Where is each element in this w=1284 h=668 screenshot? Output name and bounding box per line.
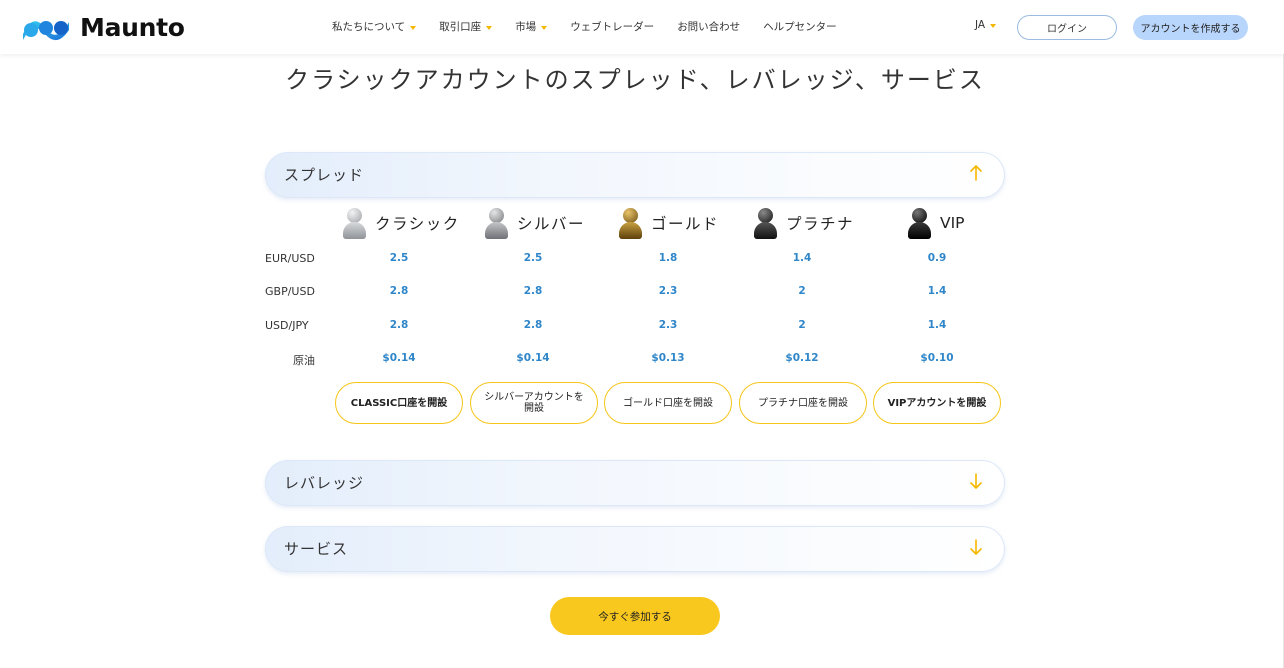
language-label: JA [975, 19, 986, 31]
spread-value: 2.8 [523, 319, 543, 331]
open-vip-account-button[interactable]: VIPアカウントを開設 [873, 382, 1001, 424]
spread-value: 1.4 [927, 285, 947, 297]
spread-value: 2.8 [389, 285, 409, 297]
row-label-gbpusd: GBP/USD [265, 285, 315, 298]
accordion-title: サービス [284, 540, 349, 558]
main-nav: 私たちについて 取引口座 市場 ウェブトレーダー お問い合わせ ヘルプセンター [332, 19, 860, 34]
user-icon [483, 206, 509, 240]
nav-item-accounts[interactable]: 取引口座 [439, 19, 493, 34]
spread-value: $0.14 [382, 352, 416, 364]
row-label-crude-oil: 原油 [293, 354, 315, 367]
tier-name: ゴールド [651, 215, 720, 233]
tier-name: シルバー [517, 215, 586, 233]
spread-value: $0.13 [651, 352, 685, 364]
nav-label: ヘルプセンター [763, 21, 837, 33]
spread-value: $0.14 [516, 352, 550, 364]
row-label-usdjpy: USD/JPY [265, 319, 309, 332]
tier-name: クラシック [375, 215, 460, 233]
tier-header-platinum: プラチナ [752, 206, 854, 240]
brand-name: Maunto [80, 13, 185, 42]
arrow-down-icon [970, 539, 982, 555]
page-title: クラシックアカウントのスプレッド、レバレッジ、サービス [285, 66, 985, 94]
nav-item-webtrader[interactable]: ウェブトレーダー [570, 19, 654, 34]
arrow-down-icon [970, 473, 982, 489]
language-selector[interactable]: JA [975, 19, 997, 31]
nav-item-help-center[interactable]: ヘルプセンター [763, 19, 837, 34]
accordion-spread[interactable]: スプレッド [265, 152, 1005, 198]
user-icon [752, 206, 778, 240]
accordion-title: スプレッド [284, 166, 365, 184]
spread-value: 2 [798, 285, 806, 297]
tier-header-vip: VIP [906, 206, 965, 240]
spread-value: 2 [798, 319, 806, 331]
spread-value: 1.8 [658, 252, 678, 264]
accordion-leverage[interactable]: レバレッジ [265, 460, 1005, 506]
open-classic-account-button[interactable]: CLASSIC口座を開設 [335, 382, 463, 424]
spread-value: 0.9 [927, 252, 947, 264]
tier-name: プラチナ [786, 215, 855, 233]
spread-value: 2.5 [389, 252, 409, 264]
nav-label: お問い合わせ [677, 21, 741, 33]
user-icon [906, 206, 932, 240]
row-label-eurusd: EUR/USD [265, 252, 315, 265]
nav-label: ウェブトレーダー [570, 21, 655, 33]
user-icon [341, 206, 367, 240]
accordion-services[interactable]: サービス [265, 526, 1005, 572]
site-header: Maunto 私たちについて 取引口座 市場 ウェブトレーダー お問い合わせ ヘ… [0, 0, 1284, 54]
user-icon [617, 206, 643, 240]
caret-down-icon [410, 25, 417, 30]
spread-value: 2.3 [658, 285, 678, 297]
spread-value: 1.4 [927, 319, 947, 331]
create-account-button[interactable]: アカウントを作成する [1133, 15, 1248, 40]
spread-value: 2.5 [523, 252, 543, 264]
spread-value: $0.10 [920, 352, 954, 364]
nav-label: 市場 [515, 21, 537, 33]
spread-value: $0.12 [785, 352, 819, 364]
open-silver-account-button[interactable]: シルバーアカウントを開設 [470, 382, 598, 424]
accordion-title: レバレッジ [284, 474, 365, 492]
caret-down-icon [486, 25, 493, 30]
nav-item-about[interactable]: 私たちについて [332, 19, 417, 34]
spread-value: 2.3 [658, 319, 678, 331]
spread-value: 2.8 [389, 319, 409, 331]
tier-header-silver: シルバー [483, 206, 585, 240]
spread-value: 1.4 [792, 252, 812, 264]
tier-header-classic: クラシック [341, 206, 460, 240]
nav-label: 私たちについて [332, 21, 406, 33]
join-now-button[interactable]: 今すぐ参加する [550, 597, 720, 635]
brand-logo[interactable]: Maunto [21, 13, 185, 42]
nav-label: 取引口座 [439, 21, 482, 33]
tier-name: VIP [940, 214, 965, 232]
caret-down-icon [541, 25, 548, 30]
arrow-up-icon [970, 165, 982, 181]
nav-item-markets[interactable]: 市場 [515, 19, 548, 34]
nav-item-contact[interactable]: お問い合わせ [677, 19, 740, 34]
tier-header-gold: ゴールド [617, 206, 719, 240]
caret-down-icon [990, 24, 997, 28]
logo-icon [21, 14, 71, 41]
spread-value: 2.8 [523, 285, 543, 297]
open-platinum-account-button[interactable]: プラチナ口座を開設 [739, 382, 867, 424]
login-button[interactable]: ログイン [1017, 15, 1117, 40]
open-gold-account-button[interactable]: ゴールド口座を開設 [604, 382, 732, 424]
